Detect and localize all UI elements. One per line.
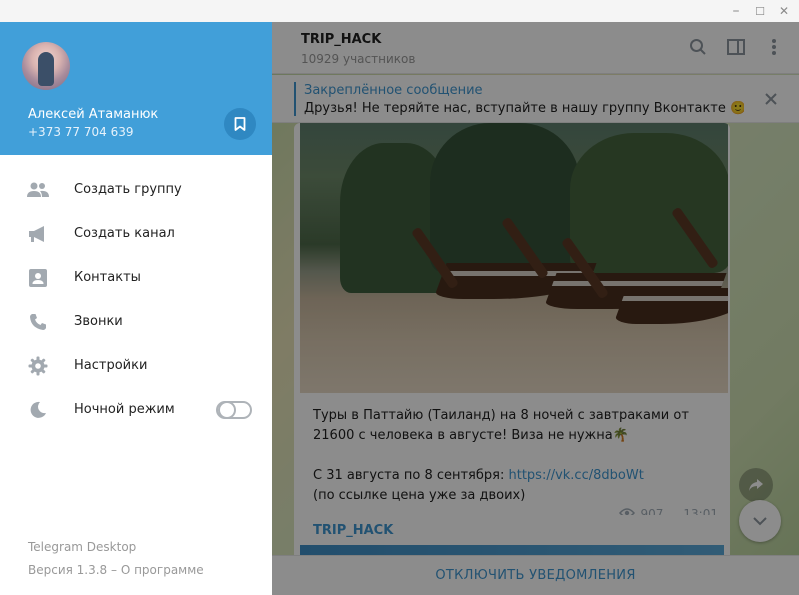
about-link[interactable]: О программе (121, 563, 204, 577)
menu-item-new-group[interactable]: Создать группу (0, 168, 272, 212)
night-mode-toggle[interactable] (216, 401, 252, 419)
avatar[interactable] (22, 42, 70, 90)
toggle-knob (218, 401, 236, 419)
app-name: Telegram Desktop (28, 540, 137, 554)
menu-item-label: Настройки (74, 358, 148, 373)
version-text: Версия 1.3.8 – (28, 563, 121, 577)
gear-icon (26, 354, 50, 378)
maximize-button[interactable]: ☐ (749, 0, 771, 22)
menu-item-label: Контакты (74, 270, 141, 285)
moon-icon (26, 398, 50, 422)
menu-items: Создать группу Создать канал Контакты Зв… (0, 168, 272, 432)
window-titlebar: – ☐ ✕ (0, 0, 799, 22)
user-name: Алексей Атаманюк (28, 107, 159, 122)
contacts-icon (26, 266, 50, 290)
menu-header: Алексей Атаманюк +373 77 704 639 (0, 22, 272, 155)
menu-item-contacts[interactable]: Контакты (0, 256, 272, 300)
dim-overlay[interactable] (272, 22, 799, 595)
menu-item-new-channel[interactable]: Создать канал (0, 212, 272, 256)
menu-item-label: Создать канал (74, 226, 175, 241)
bookmark-icon (234, 117, 246, 131)
menu-item-night-mode[interactable]: Ночной режим (0, 388, 272, 432)
phone-icon (26, 310, 50, 334)
menu-item-calls[interactable]: Звонки (0, 300, 272, 344)
minimize-button[interactable]: – (725, 0, 747, 22)
menu-item-label: Звонки (74, 314, 123, 329)
group-icon (26, 178, 50, 202)
menu-item-settings[interactable]: Настройки (0, 344, 272, 388)
menu-item-label: Ночной режим (74, 402, 175, 417)
side-menu: Алексей Атаманюк +373 77 704 639 Создать… (0, 22, 272, 595)
close-window-button[interactable]: ✕ (773, 0, 795, 22)
saved-messages-button[interactable] (224, 108, 256, 140)
menu-item-label: Создать группу (74, 182, 182, 197)
app-version: Версия 1.3.8 – О программе (28, 563, 204, 577)
user-phone: +373 77 704 639 (28, 125, 134, 139)
channel-icon (26, 222, 50, 246)
